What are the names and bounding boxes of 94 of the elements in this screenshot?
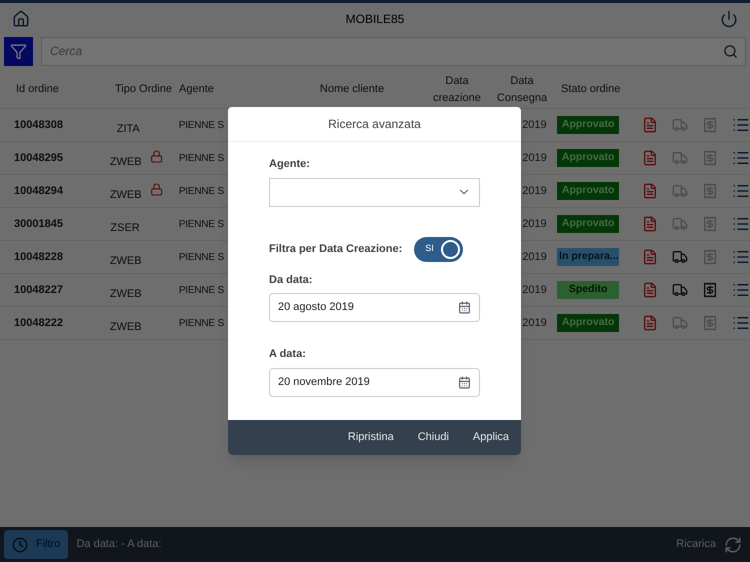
refresh-icon — [724, 536, 742, 554]
status-badge: Approvato — [557, 215, 620, 233]
list-icon[interactable] — [732, 215, 750, 233]
table-cell-text: 10048222 — [13, 316, 64, 331]
truck-icon[interactable] — [672, 249, 688, 265]
document-icon[interactable] — [702, 249, 718, 265]
table-cell-text: ZITA — [116, 122, 140, 137]
truck-icon[interactable] — [672, 315, 688, 331]
power-icon[interactable] — [720, 10, 738, 28]
funnel-icon — [10, 42, 27, 60]
list-icon[interactable] — [732, 182, 750, 200]
pdf-icon[interactable] — [642, 216, 658, 232]
table-cell-text: ZWEB — [110, 254, 142, 269]
calendar-icon[interactable] — [458, 376, 471, 388]
document-icon[interactable] — [702, 150, 718, 166]
column-header: Id ordine — [15, 82, 60, 98]
agent-select[interactable] — [269, 178, 480, 206]
truck-icon[interactable] — [672, 282, 688, 298]
column-header: Nome cliente — [318, 82, 386, 98]
pdf-icon[interactable] — [642, 183, 658, 199]
table-cell-text: ZWEB — [110, 188, 142, 203]
pdf-icon[interactable] — [642, 150, 658, 166]
dialog-title: Ricerca avanzata — [328, 116, 421, 133]
dialog-button[interactable]: Applica — [472, 429, 509, 446]
table-cell-text: PIENNE S — [178, 152, 224, 166]
pdf-icon[interactable] — [642, 117, 658, 133]
column-header: Tipo Ordine — [114, 82, 174, 98]
table-cell-text: ZSER — [110, 220, 140, 236]
table-cell-text: 10048227 — [13, 282, 64, 298]
table-cell-text: 30001845 — [13, 216, 64, 232]
table-cell-text: 2019 — [522, 150, 548, 166]
table-cell-text: ZWEB — [110, 286, 142, 302]
date-field[interactable]: 20 novembre 2019 — [269, 368, 480, 396]
table-cell-text: 10048295 — [13, 150, 64, 166]
table-cell-text: 2019 — [522, 282, 548, 298]
list-icon[interactable] — [732, 116, 750, 134]
home-icon[interactable] — [12, 10, 30, 28]
status-badge: Approvato — [557, 314, 620, 332]
app-title: MOBILE85 — [346, 11, 404, 28]
document-icon[interactable] — [702, 216, 718, 232]
column-header: Data creazione — [432, 74, 482, 106]
list-icon[interactable] — [732, 248, 750, 266]
pdf-icon[interactable] — [642, 315, 658, 331]
status-badge: Approvato — [557, 116, 620, 134]
table-cell-text: ZWEB — [110, 320, 142, 335]
status-badge: Spedito — [557, 281, 620, 299]
field-label: Da data: — [269, 272, 314, 288]
status-badge: In prepara... — [557, 248, 620, 266]
column-header: Stato ordine — [560, 82, 622, 98]
truck-icon[interactable] — [672, 216, 688, 232]
clock-icon — [12, 536, 28, 552]
pdf-icon[interactable] — [642, 249, 658, 265]
table-cell-text: ZWEB — [110, 154, 142, 170]
status-badge: Approvato — [557, 149, 620, 167]
table-cell-text: 10048294 — [13, 184, 64, 199]
filter-button[interactable] — [4, 36, 33, 66]
table-cell-text: 10048308 — [13, 118, 64, 133]
table-cell-text: PIENNE S — [178, 316, 224, 330]
document-icon[interactable] — [702, 117, 718, 133]
table-cell-text: 2019 — [522, 316, 548, 331]
field-label: Agente: — [269, 157, 311, 172]
table-cell-text: PIENNE S — [178, 284, 224, 298]
list-icon[interactable] — [732, 314, 750, 332]
column-header: Agente — [178, 82, 215, 98]
dialog-button[interactable]: Ripristina — [348, 429, 394, 446]
date-field[interactable]: 20 agosto 2019 — [269, 293, 480, 322]
toggle-switch[interactable]: SI — [414, 236, 464, 262]
status-badge: Approvato — [557, 182, 620, 200]
truck-icon[interactable] — [672, 150, 688, 166]
table-cell-text: 10048228 — [13, 250, 64, 265]
list-icon[interactable] — [732, 281, 750, 299]
filter-summary: Da data: - A data: — [76, 537, 162, 552]
list-icon[interactable] — [732, 149, 750, 167]
calendar-icon[interactable] — [458, 301, 471, 314]
search-field[interactable]: Cerca — [41, 36, 746, 66]
column-header: Data Consegna — [496, 74, 548, 106]
table-cell-text: PIENNE S — [178, 184, 224, 198]
document-icon[interactable] — [702, 183, 718, 199]
dialog-button[interactable]: Chiudi — [418, 429, 449, 446]
table-cell-text: 2019 — [522, 118, 548, 133]
truck-icon[interactable] — [672, 117, 688, 133]
field-label: Filtra per Data Creazione: — [269, 242, 402, 257]
table-cell-text: 2019 — [522, 250, 548, 265]
field-label: A data: — [269, 347, 307, 362]
truck-icon[interactable] — [672, 183, 688, 199]
table-cell-text: PIENNE S — [178, 218, 224, 232]
document-icon[interactable] — [702, 315, 718, 331]
table-cell-text: PIENNE S — [178, 250, 224, 264]
search-icon — [723, 44, 738, 58]
table-cell-text: 2019 — [522, 216, 548, 232]
table-cell-text: PIENNE S — [178, 118, 224, 132]
document-icon[interactable] — [702, 282, 718, 298]
table-cell-text: 2019 — [522, 184, 548, 199]
pdf-icon[interactable] — [642, 282, 658, 298]
